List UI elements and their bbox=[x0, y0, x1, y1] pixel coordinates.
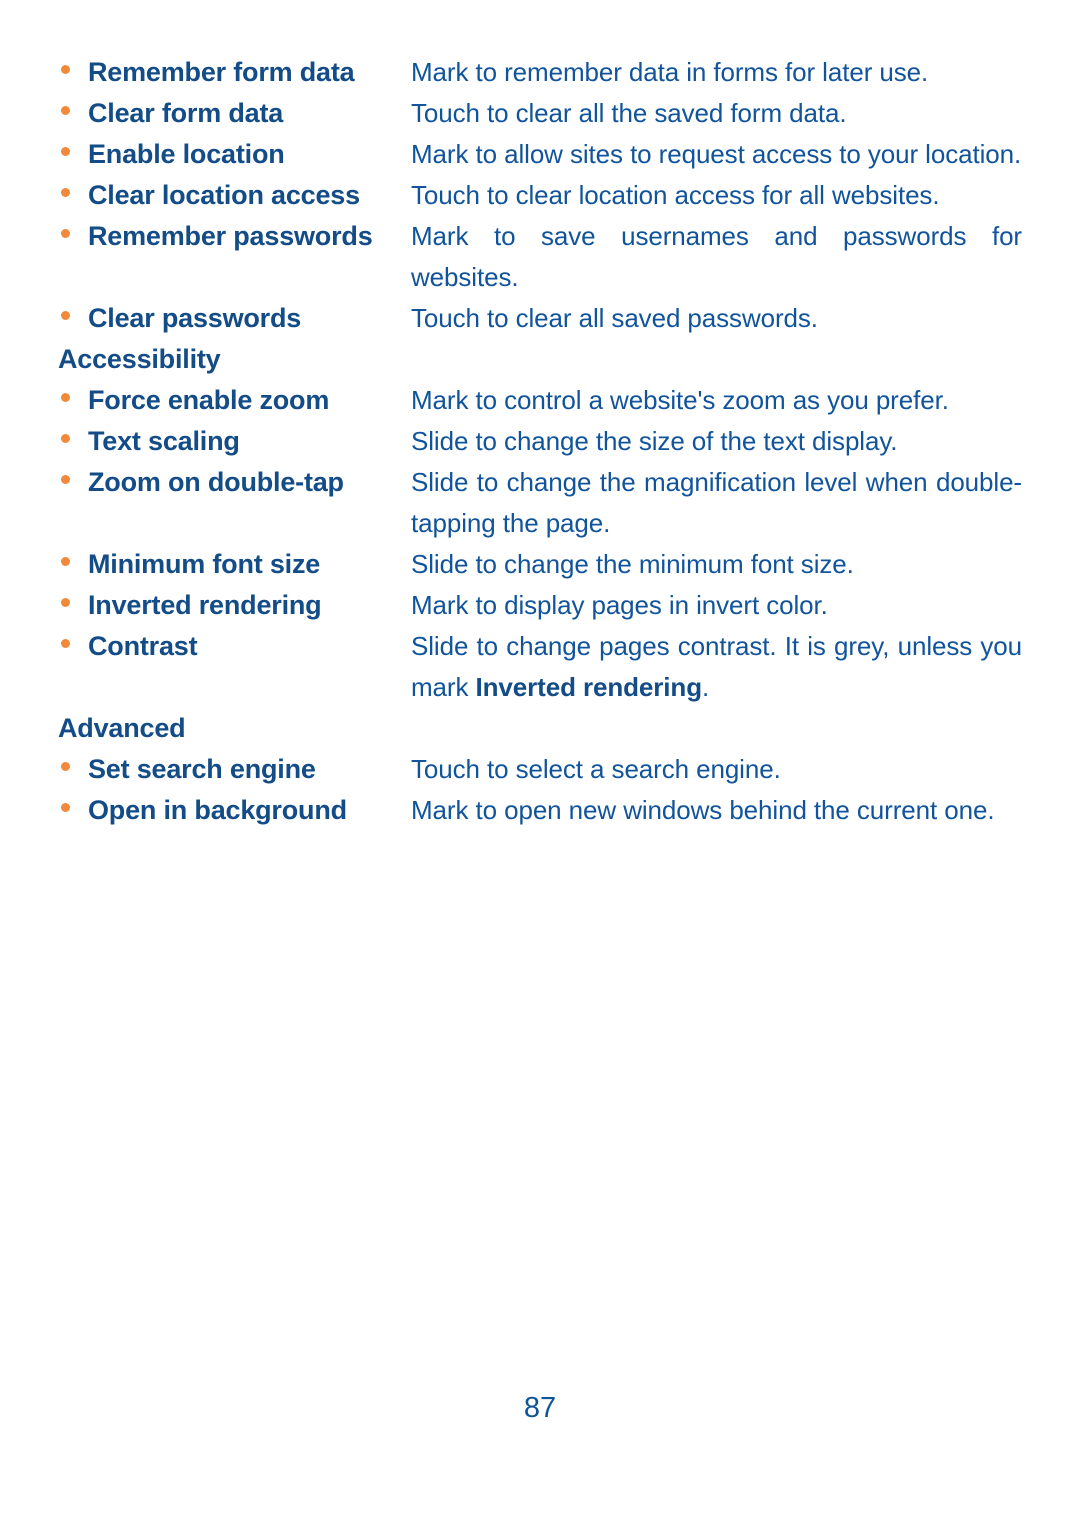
list-item: Enable location Mark to allow sites to r… bbox=[58, 134, 1022, 175]
list-item: Text scaling Slide to change the size of… bbox=[58, 421, 1022, 462]
page-number: 87 bbox=[523, 1392, 557, 1424]
setting-description: Touch to clear location access for all w… bbox=[411, 180, 940, 210]
term-cell: Set search engine bbox=[58, 749, 411, 790]
list-item: Remember form data Mark to remember data… bbox=[58, 52, 1022, 93]
term-cell: Text scaling bbox=[58, 421, 411, 462]
list-item: Set search engine Touch to select a sear… bbox=[58, 749, 1022, 790]
setting-description: Slide to change the size of the text dis… bbox=[411, 426, 898, 456]
description-cell: Slide to change pages contrast. It is gr… bbox=[411, 626, 1022, 708]
term-cell: Clear passwords bbox=[58, 298, 411, 339]
bullet-icon bbox=[61, 147, 70, 156]
section-heading-accessibility: Accessibility bbox=[58, 344, 221, 374]
term-cell: Enable location bbox=[58, 134, 411, 175]
setting-description: Slide to change the minimum font size. bbox=[411, 549, 854, 579]
setting-description: Mark to remember data in forms for later… bbox=[411, 57, 929, 87]
bullet-icon bbox=[61, 393, 70, 402]
setting-term: Inverted rendering bbox=[88, 590, 322, 620]
term-cell: Minimum font size bbox=[58, 544, 411, 585]
term-cell: Remember passwords bbox=[58, 216, 411, 257]
setting-term: Remember passwords bbox=[88, 221, 373, 251]
bullet-icon bbox=[61, 311, 70, 320]
bullet-icon bbox=[61, 434, 70, 443]
bullet-icon bbox=[61, 557, 70, 566]
term-cell: Inverted rendering bbox=[58, 585, 411, 626]
setting-term: Clear location access bbox=[88, 180, 360, 210]
term-cell: Remember form data bbox=[58, 52, 411, 93]
setting-description: Slide to change pages contrast. It is gr… bbox=[411, 631, 1022, 702]
setting-term: Open in background bbox=[88, 795, 347, 825]
bullet-icon bbox=[61, 188, 70, 197]
description-cell: Slide to change the magnification level … bbox=[411, 462, 1022, 544]
bullet-icon bbox=[61, 65, 70, 74]
setting-term: Minimum font size bbox=[88, 549, 321, 579]
list-item: Zoom on double-tap Slide to change the m… bbox=[58, 462, 1022, 544]
description-cell: Mark to allow sites to request access to… bbox=[411, 134, 1022, 175]
term-cell: Clear location access bbox=[58, 175, 411, 216]
description-cell: Mark to save usernames and passwords for… bbox=[411, 216, 1022, 298]
bullet-icon bbox=[61, 639, 70, 648]
term-cell: Zoom on double-tap bbox=[58, 462, 411, 503]
setting-term: Force enable zoom bbox=[88, 385, 330, 415]
document-page: Remember form data Mark to remember data… bbox=[0, 0, 1080, 1535]
list-item: Clear location access Touch to clear loc… bbox=[58, 175, 1022, 216]
term-cell: Open in background bbox=[58, 790, 411, 831]
list-item: Clear passwords Touch to clear all saved… bbox=[58, 298, 1022, 339]
setting-description: Touch to clear all saved passwords. bbox=[411, 303, 818, 333]
description-cell: Mark to open new windows behind the curr… bbox=[411, 790, 1022, 831]
bullet-icon bbox=[61, 762, 70, 771]
description-cell: Touch to select a search engine. bbox=[411, 749, 1022, 790]
list-item: Remember passwords Mark to save username… bbox=[58, 216, 1022, 298]
list-item: Minimum font size Slide to change the mi… bbox=[58, 544, 1022, 585]
description-cell: Mark to control a website's zoom as you … bbox=[411, 380, 1022, 421]
setting-term: Remember form data bbox=[88, 57, 355, 87]
description-cell: Touch to clear location access for all w… bbox=[411, 175, 1022, 216]
setting-term: Text scaling bbox=[88, 426, 240, 456]
term-cell: Force enable zoom bbox=[58, 380, 411, 421]
description-cell: Touch to clear all saved passwords. bbox=[411, 298, 1022, 339]
description-cell: Mark to remember data in forms for later… bbox=[411, 52, 1022, 93]
bullet-icon bbox=[61, 803, 70, 812]
setting-description: Mark to display pages in invert color. bbox=[411, 590, 828, 620]
settings-description-list: Remember form data Mark to remember data… bbox=[58, 52, 1022, 831]
description-cell: Slide to change the minimum font size. bbox=[411, 544, 1022, 585]
setting-description: Mark to save usernames and passwords for… bbox=[411, 221, 1022, 292]
setting-term: Enable location bbox=[88, 139, 285, 169]
description-cell: Slide to change the size of the text dis… bbox=[411, 421, 1022, 462]
setting-description: Slide to change the magnification level … bbox=[411, 467, 1022, 538]
list-item: Open in background Mark to open new wind… bbox=[58, 790, 1022, 831]
setting-term: Clear passwords bbox=[88, 303, 302, 333]
section-heading-advanced: Advanced bbox=[58, 713, 186, 743]
bullet-icon bbox=[61, 475, 70, 484]
setting-description: Touch to clear all the saved form data. bbox=[411, 98, 847, 128]
description-cell: Touch to clear all the saved form data. bbox=[411, 93, 1022, 134]
setting-term: Contrast bbox=[88, 631, 198, 661]
list-item: Clear form data Touch to clear all the s… bbox=[58, 93, 1022, 134]
bullet-icon bbox=[61, 598, 70, 607]
list-item: Contrast Slide to change pages contrast.… bbox=[58, 626, 1022, 708]
bullet-icon bbox=[61, 229, 70, 238]
list-item: Inverted rendering Mark to display pages… bbox=[58, 585, 1022, 626]
bullet-icon bbox=[61, 106, 70, 115]
setting-term: Zoom on double-tap bbox=[88, 467, 344, 497]
list-item: Force enable zoom Mark to control a webs… bbox=[58, 380, 1022, 421]
term-cell: Contrast bbox=[58, 626, 411, 667]
description-cell: Mark to display pages in invert color. bbox=[411, 585, 1022, 626]
setting-description: Mark to open new windows behind the curr… bbox=[411, 795, 995, 825]
term-cell: Clear form data bbox=[58, 93, 411, 134]
setting-term: Set search engine bbox=[88, 754, 316, 784]
setting-description: Mark to control a website's zoom as you … bbox=[411, 385, 949, 415]
setting-term: Clear form data bbox=[88, 98, 284, 128]
setting-description: Touch to select a search engine. bbox=[411, 754, 781, 784]
setting-description: Mark to allow sites to request access to… bbox=[411, 139, 1022, 169]
